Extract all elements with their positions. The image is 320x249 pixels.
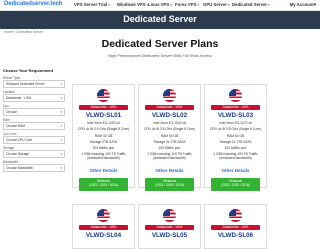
storage-spec: Storage 2TB SATA xyxy=(89,140,118,144)
nav-forex-vps[interactable]: Forex VPS▾ xyxy=(175,2,199,7)
us-flag-icon xyxy=(163,89,176,102)
top-navbar: Dedicatedserver.tech VPS Server Trial▾ W… xyxy=(0,0,320,11)
nav-dedicated-server[interactable]: Dedicated Server▾ xyxy=(232,2,270,7)
chevron-down-icon: ▾ xyxy=(313,2,316,7)
bandwidth-note: (dedicated bandwidth) xyxy=(153,156,186,160)
storage-spec: Storage 2x 1TB SATA xyxy=(219,140,252,144)
bandwidth-select[interactable]: Choose Bandwidth ▾ xyxy=(3,164,65,172)
chevron-down-icon: ▾ xyxy=(60,110,62,114)
ram-spec: RAM 32 GB xyxy=(94,134,113,138)
datacenter-badge: Datacenter - USA xyxy=(211,225,260,230)
chevron-down-icon: ▾ xyxy=(60,138,62,142)
chevron-down-icon: ▾ xyxy=(60,166,62,170)
chevron-down-icon: ▾ xyxy=(60,152,62,156)
us-flag-icon xyxy=(229,209,242,222)
cpu-cores: CPU 4c 8t 3.5 GHz (Single 8 Core) xyxy=(143,127,196,131)
port-spec: 100 Mbit/s port xyxy=(158,146,181,150)
plan-name: VLWD-SL02 xyxy=(151,112,188,119)
windows-order-button[interactable]: Windows (2022 / 2019 / 2016) xyxy=(211,178,260,191)
port-spec: 100 Mbit/s port xyxy=(224,146,247,150)
ram-spec: RAM 64 GB xyxy=(160,134,179,138)
other-details-link[interactable]: Other Details xyxy=(139,168,200,173)
plan-name: VLWD-SL04 xyxy=(85,232,122,239)
plan-card: Datacenter - USA VLWD-SL05 xyxy=(138,204,201,249)
plan-name: VLWD-SL06 xyxy=(217,232,254,239)
cpu-model: Intel Xeon E3-1270 v6 xyxy=(219,121,252,125)
plan-card: Datacenter - USA VLWD-SL04 xyxy=(72,204,135,249)
cpu-core-select[interactable]: Choose CPU Core ▾ xyxy=(3,136,65,144)
chevron-down-icon: ▾ xyxy=(108,3,110,7)
site-logo[interactable]: Dedicatedserver.tech xyxy=(4,1,62,7)
datacenter-badge: Datacenter - USA xyxy=(79,225,128,230)
nav-vps-trial[interactable]: VPS Server Trial▾ xyxy=(74,2,110,7)
cpu-select[interactable]: Choose ▾ xyxy=(3,108,65,116)
plan-card: Datacenter - USA VLWD-SL02 Intel Xeon E3… xyxy=(138,84,201,191)
us-flag-icon xyxy=(97,89,110,102)
windows-order-button[interactable]: Windows (2022 / 2019 / 2016) xyxy=(145,178,194,191)
bandwidth-note: (dedicated bandwidth) xyxy=(87,156,120,160)
chevron-down-icon: ▾ xyxy=(197,3,200,7)
ram-spec: RAM 64 GB xyxy=(226,134,245,138)
cpu-cores: CPU 4c 8t 3.5 GHz (Single 8 Core) xyxy=(77,127,130,131)
port-spec: 100 Mbit/s port xyxy=(92,146,115,150)
filter-panel-title: Choose Your Requirement xyxy=(3,68,54,73)
us-flag-icon xyxy=(229,89,242,102)
cpu-cores: CPU 4c 8t 3.8 GHz (Single 8 Core) xyxy=(209,127,262,131)
breadcrumb[interactable]: Home / Dedicated Server xyxy=(4,30,43,34)
us-flag-icon xyxy=(163,209,176,222)
plan-name: VLWD-SL03 xyxy=(217,112,254,119)
other-details-link[interactable]: Other Details xyxy=(205,168,266,173)
storage-spec: Storage 2x 1TB SATA xyxy=(153,140,186,144)
server-type-select[interactable]: Windows Dedicated Server ▾ xyxy=(3,80,65,88)
chevron-down-icon: ▾ xyxy=(60,82,62,86)
plans-subtitle: High Performance Dedicated Server With F… xyxy=(107,53,213,58)
datacenter-badge: Datacenter - USA xyxy=(145,105,194,110)
cpu-model: Intel Xeon E3-1230 v6 xyxy=(87,121,120,125)
storage-select[interactable]: Choose Storage ▾ xyxy=(3,150,65,158)
chevron-down-icon: ▾ xyxy=(227,3,230,7)
bandwidth-note: (dedicated bandwidth) xyxy=(219,156,252,160)
datacenter-badge: Datacenter - USA xyxy=(145,225,194,230)
nav-windows-vps[interactable]: Windows VPS▾ xyxy=(117,2,148,7)
us-flag-icon xyxy=(97,209,110,222)
cpu-model: Intel Xeon E3-1240 v6 xyxy=(153,121,186,125)
location-select[interactable]: Datacenter - USA ▾ xyxy=(3,94,65,102)
plan-card: Datacenter - USA VLWD-SL06 xyxy=(204,204,267,249)
requirement-filter-panel: Choose Your Requirement Server Type Wind… xyxy=(3,68,65,172)
datacenter-badge: Datacenter - USA xyxy=(211,105,260,110)
chevron-down-icon: ▾ xyxy=(268,3,270,7)
my-account-link[interactable]: My Account▾ xyxy=(290,2,316,8)
plan-card: Datacenter - USA VLWD-SL01 Intel Xeon E3… xyxy=(72,84,135,191)
windows-order-button[interactable]: Windows (2022 / 2019 / 2016) xyxy=(79,178,128,191)
hero-banner: Dedicated Server xyxy=(0,11,320,29)
other-details-link[interactable]: Other Details xyxy=(73,168,134,173)
nav-gpu-server[interactable]: GPU Server▾ xyxy=(203,2,229,7)
datacenter-badge: Datacenter - USA xyxy=(79,105,128,110)
plans-heading: Dedicated Server Plans xyxy=(101,38,219,50)
page-title: Dedicated Server xyxy=(123,14,197,24)
plan-name: VLWD-SL01 xyxy=(85,112,122,119)
nav-linux-vps[interactable]: Linux VPS▾ xyxy=(148,2,172,7)
plan-name: VLWD-SL05 xyxy=(151,232,188,239)
chevron-down-icon: ▾ xyxy=(60,96,62,100)
chevron-down-icon: ▾ xyxy=(60,124,62,128)
ram-select[interactable]: Choose RAM ▾ xyxy=(3,122,65,130)
chevron-down-icon: ▾ xyxy=(170,3,172,7)
plan-card: Datacenter - USA VLWD-SL03 Intel Xeon E3… xyxy=(204,84,267,191)
